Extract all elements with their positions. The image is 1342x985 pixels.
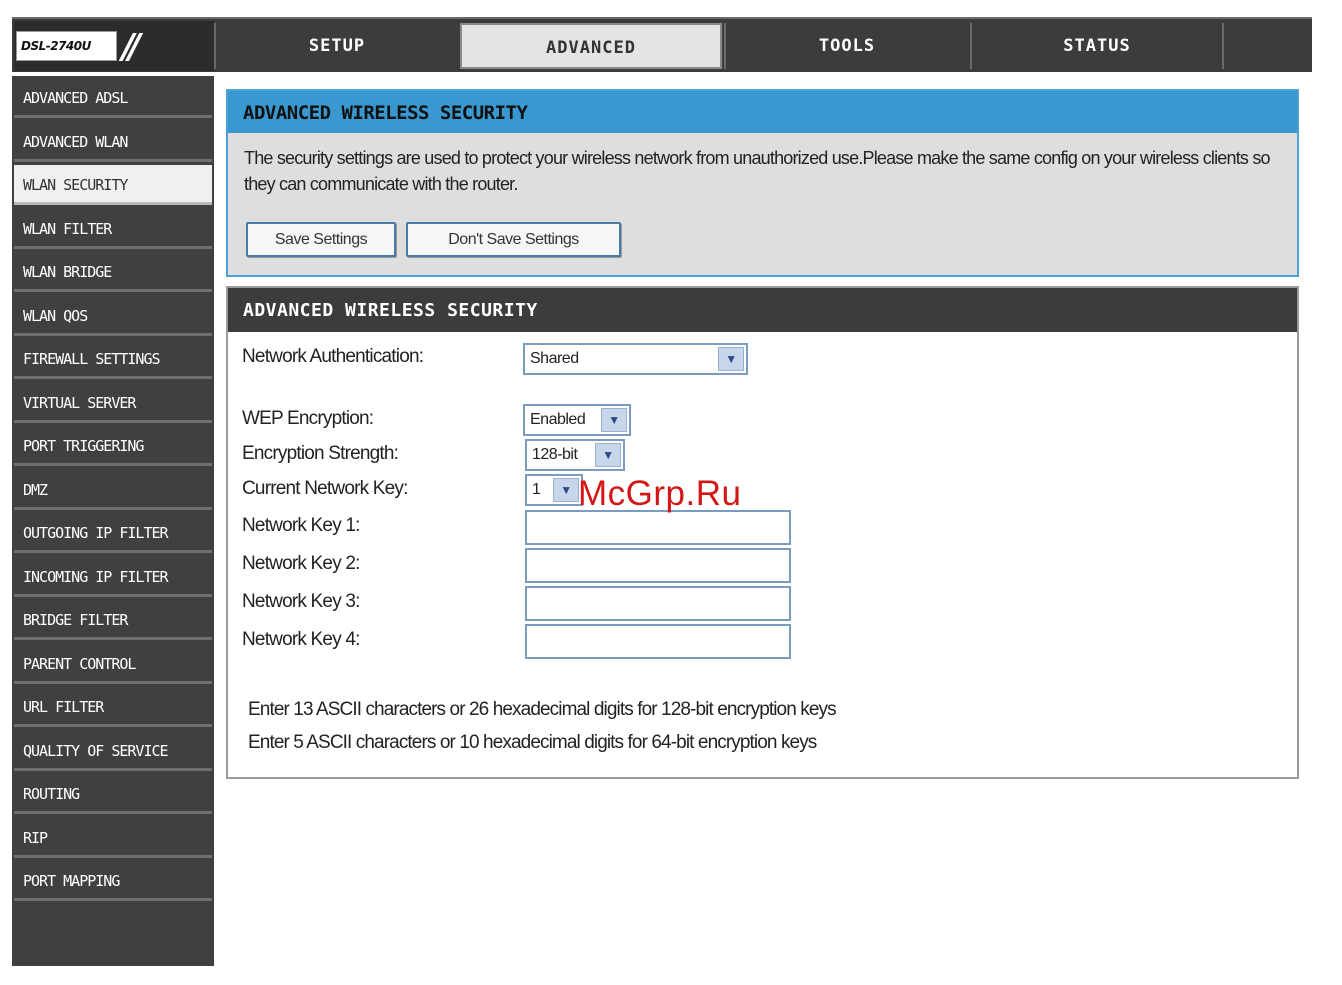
sidebar-item-port-triggering[interactable]: PORT TRIGGERING (14, 426, 212, 466)
network-auth-select[interactable]: Shared ▼ (523, 343, 748, 375)
sidebar-item-wlan-filter[interactable]: WLAN FILTER (14, 209, 212, 249)
current-key-select[interactable]: 1 ▼ (525, 474, 583, 506)
chevron-down-icon: ▼ (601, 408, 627, 432)
key-hint-64: Enter 5 ASCII characters or 10 hexadecim… (248, 732, 817, 753)
wep-encryption-label: WEP Encryption: (242, 408, 374, 429)
sidebar-item-firewall-settings[interactable]: FIREWALL SETTINGS (14, 339, 212, 379)
sidebar-item-wlan-security[interactable]: WLAN SECURITY (14, 165, 212, 205)
sidebar-item-url-filter[interactable]: URL FILTER (14, 687, 212, 727)
chevron-down-icon: ▼ (718, 347, 744, 371)
tab-advanced[interactable]: ADVANCED (460, 23, 722, 69)
current-key-label: Current Network Key: (242, 478, 408, 499)
network-key-3-input[interactable] (525, 586, 791, 621)
logo-slash: // (122, 27, 141, 67)
model-name: DSL-2740U (16, 31, 117, 61)
brand-logo: DSL-2740U // (14, 21, 214, 71)
sidebar-item-parent-control[interactable]: PARENT CONTROL (14, 644, 212, 684)
network-auth-value: Shared (530, 350, 579, 367)
sidebar-item-wlan-bridge[interactable]: WLAN BRIDGE (14, 252, 212, 292)
current-key-value: 1 (532, 481, 541, 498)
sidebar-item-advanced-wlan[interactable]: ADVANCED WLAN (14, 122, 212, 162)
sidebar-item-virtual-server[interactable]: VIRTUAL SERVER (14, 383, 212, 423)
tab-setup[interactable]: SETUP (214, 23, 458, 69)
dont-save-settings-button[interactable]: Don't Save Settings (406, 222, 621, 257)
wep-encryption-value: Enabled (530, 411, 586, 428)
sidebar-item-wlan-qos[interactable]: WLAN QOS (14, 296, 212, 336)
sidebar-item-advanced-adsl[interactable]: ADVANCED ADSL (14, 78, 212, 118)
sidebar-item-rip[interactable]: RIP (14, 818, 212, 858)
sidebar-item-quality-of-service[interactable]: QUALITY OF SERVICE (14, 731, 212, 771)
network-key-1-input[interactable] (525, 510, 791, 545)
info-panel: ADVANCED WIRELESS SECURITY The security … (226, 89, 1299, 277)
encryption-strength-select[interactable]: 128-bit ▼ (525, 439, 625, 471)
watermark-text: McGrp.Ru (578, 474, 742, 513)
sidebar-item-incoming-ip-filter[interactable]: INCOMING IP FILTER (14, 557, 212, 597)
network-key-2-label: Network Key 2: (242, 553, 360, 574)
network-key-3-label: Network Key 3: (242, 591, 360, 612)
encryption-strength-value: 128-bit (532, 446, 578, 463)
sidebar-item-port-mapping[interactable]: PORT MAPPING (14, 861, 212, 901)
sidebar-menu: ADVANCED ADSL ADVANCED WLAN WLAN SECURIT… (12, 76, 214, 966)
network-key-2-input[interactable] (525, 548, 791, 583)
tab-blank (1222, 23, 1312, 69)
network-auth-label: Network Authentication: (242, 346, 424, 367)
network-key-1-label: Network Key 1: (242, 515, 360, 536)
sidebar-item-dmz[interactable]: DMZ (14, 470, 212, 510)
save-settings-button[interactable]: Save Settings (246, 222, 396, 257)
router-admin-page: DSL-2740U // SETUP ADVANCED TOOLS STATUS… (0, 0, 1342, 985)
tab-tools[interactable]: TOOLS (724, 23, 968, 69)
top-nav-bar: DSL-2740U // SETUP ADVANCED TOOLS STATUS (12, 17, 1312, 72)
chevron-down-icon: ▼ (595, 443, 621, 467)
sidebar-item-outgoing-ip-filter[interactable]: OUTGOING IP FILTER (14, 513, 212, 553)
network-key-4-label: Network Key 4: (242, 629, 360, 650)
wep-encryption-select[interactable]: Enabled ▼ (523, 404, 631, 436)
network-key-4-input[interactable] (525, 624, 791, 659)
sidebar-item-routing[interactable]: ROUTING (14, 774, 212, 814)
tab-status[interactable]: STATUS (970, 23, 1222, 69)
info-panel-description: The security settings are used to protec… (244, 148, 1271, 194)
chevron-down-icon: ▼ (553, 478, 579, 502)
sidebar-item-bridge-filter[interactable]: BRIDGE FILTER (14, 600, 212, 640)
wireless-security-panel: ADVANCED WIRELESS SECURITY Network Authe… (226, 286, 1299, 779)
security-panel-title: ADVANCED WIRELESS SECURITY (228, 288, 1297, 332)
key-hint-128: Enter 13 ASCII characters or 26 hexadeci… (248, 699, 837, 720)
info-panel-title: ADVANCED WIRELESS SECURITY (228, 91, 1297, 133)
encryption-strength-label: Encryption Strength: (242, 443, 399, 464)
